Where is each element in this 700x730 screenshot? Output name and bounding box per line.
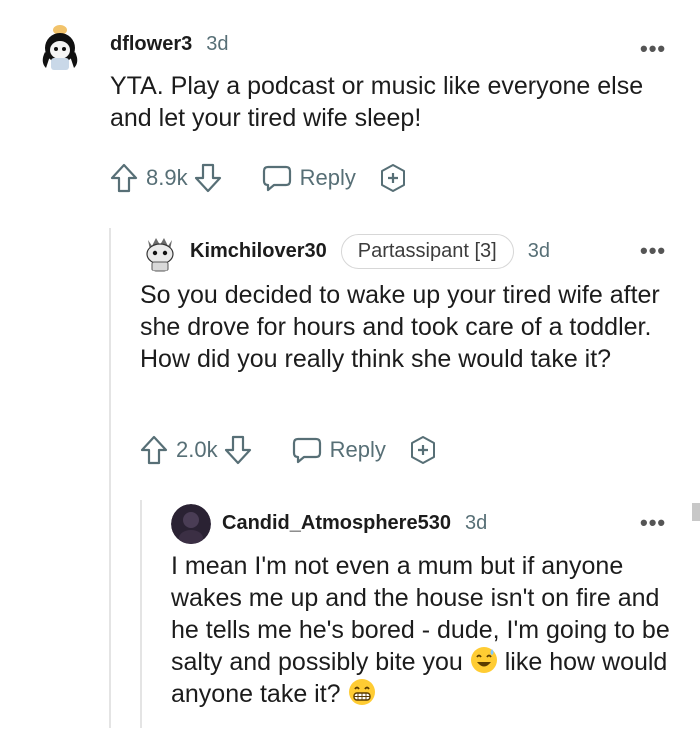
thread-line-level2[interactable] [140,500,142,728]
avatar[interactable] [140,232,180,272]
vote-count: 2.0k [176,437,218,462]
username[interactable]: Candid_Atmosphere530 [222,512,451,535]
reply-button[interactable]: Reply [262,164,356,192]
upvote-icon[interactable] [140,435,168,465]
more-options-icon[interactable]: ••• [640,512,666,534]
vote-count: 8.9k [146,165,188,190]
reply-bubble-icon [292,437,321,464]
grin-emoji [348,679,375,705]
thread-line-level1[interactable] [109,228,111,728]
scrollbar-thumb[interactable] [692,503,700,521]
timestamp: 3d [206,33,229,55]
reply-label: Reply [329,437,386,462]
snoo-avatar-icon [42,25,78,70]
reply-label: Reply [299,165,356,190]
reply-button[interactable]: Reply [292,436,386,464]
upvote-icon[interactable] [110,163,138,193]
timestamp: 3d [464,512,488,534]
award-plus-icon[interactable] [378,163,408,193]
downvote-icon[interactable] [194,163,222,193]
timestamp: 3d [527,240,550,262]
user-flair: Partassipant [3] [340,234,514,269]
avatar[interactable] [171,504,211,544]
award-plus-icon[interactable] [408,435,438,465]
comment-body: YTA. Play a podcast or music like everyo… [110,72,644,132]
avatar[interactable] [36,22,84,74]
username[interactable]: Kimchilover30 [190,240,327,263]
downvote-icon[interactable] [224,435,252,465]
comment-body: So you decided to wake up your tired wif… [140,281,660,373]
snoo-avatar-icon [146,238,174,272]
sweat-smile-emoji [470,647,497,673]
reply-bubble-icon [262,165,291,192]
comment-body: I mean I'm not even a mum but if anyone … [171,550,671,710]
username[interactable]: dflower3 [110,33,192,56]
more-options-icon[interactable]: ••• [640,38,666,60]
more-options-icon[interactable]: ••• [640,240,666,262]
user-avatar-image [171,504,211,544]
